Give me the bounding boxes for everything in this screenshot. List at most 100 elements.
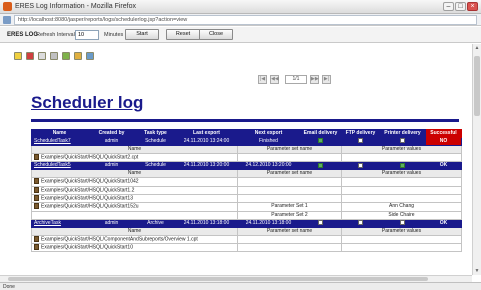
param-set-name-cell [237,193,342,204]
ftp-delivery-checkbox [358,220,363,225]
scroll-up-arrow-icon[interactable]: ▲ [473,44,481,52]
maximize-button[interactable]: □ [455,2,466,11]
page-number-input[interactable]: 1/1 [285,75,307,84]
task-row[interactable]: ScheduledTask7 admin Schedule 24.11.2010 13… [31,137,462,146]
column-header[interactable]: Task type [135,129,176,138]
printer-delivery-checkbox [400,138,405,144]
first-page-button[interactable]: |◀ [258,75,267,84]
task-row[interactable]: ArchiveTask admin Archive 24.11.2010 13:18:… [31,218,462,228]
file-row[interactable]: Examples/QuickStart/HSQL/QuickStart2.cpt [31,152,462,163]
start-button[interactable]: Start [125,29,159,40]
file-cell[interactable]: Examples/QuickStart/HSQL/QuickStart1042 [31,177,238,187]
email-delivery-cell [299,218,342,228]
file-cell[interactable]: Examples/QuickStart/HSQL/QuickStart152u [31,202,238,212]
vertical-scrollbar[interactable]: ▲ ▼ [472,44,481,275]
sub-header-row: Name Parameter set name Parameter values [31,226,462,236]
next-page-button[interactable]: ▶▶ [310,75,319,84]
file-cell[interactable]: Examples/QuickStart/HSQL/QuickStart1.2 [31,185,238,196]
ftp-delivery-cell [341,218,380,228]
export-icon[interactable] [62,52,70,60]
save-icon[interactable] [74,52,82,60]
file-row[interactable]: Parameter Set 2 Side Chaire [31,210,462,220]
report-file-icon [34,154,39,160]
status-text: Done [3,284,15,290]
refresh-icon[interactable] [26,52,34,60]
email-delivery-cell [299,137,342,146]
file-cell[interactable] [31,210,238,220]
task-row[interactable]: ScheduledTask5 admin Schedule 24.11.2010 13… [31,161,462,171]
horizontal-scroll-thumb[interactable] [8,277,428,281]
created-by-cell: admin [87,137,136,146]
file-path: Examples/QuickStart/HSQL/QuickStart13 [41,195,133,202]
file-row[interactable]: Examples/QuickStart/HSQL/QuickStart152u P… [31,202,462,212]
task-name-link[interactable]: ScheduledTask5 [31,161,88,171]
page-title: Scheduler log [31,93,144,112]
site-icon [3,16,11,24]
file-path: Examples/QuickStart/HSQL/QuickStart1.2 [41,186,135,193]
report-file-icon [34,203,39,210]
param-set-name-cell [237,234,342,244]
filter-icon[interactable] [14,52,22,60]
column-header[interactable]: Email delivery [299,129,342,138]
url-input[interactable]: http://localhost:8080/jasper/reports/log… [14,15,477,25]
printer-delivery-checkbox [400,220,405,225]
sub-header-row: Name Parameter set name Parameter values [31,169,462,179]
window-titlebar: ERES Log Information - Mozilla Firefox –… [0,0,481,14]
delete-icon[interactable] [50,52,58,60]
column-header[interactable]: Successful [425,129,462,138]
address-bar: http://localhost:8080/jasper/reports/log… [0,14,481,26]
param-value-cell [341,177,462,187]
print-icon[interactable] [86,52,94,60]
table-body: ScheduledTask7 admin Schedule 24.11.2010 13… [31,137,462,253]
last-export-cell: 24.11.2010 13:18:00 [175,218,238,228]
param-set-name-cell [237,185,342,196]
file-row[interactable]: Examples/QuickStart/HSQL/ComponentAndSub… [31,234,462,244]
param-set-name-cell [237,152,342,163]
file-path: Examples/QuickStart/HSQL/QuickStart1042 [41,178,139,185]
report-file-icon [34,195,39,201]
task-name-link[interactable]: ArchiveTask [31,218,88,228]
title-divider [31,119,459,122]
last-page-button[interactable]: ▶| [322,75,331,84]
column-header[interactable]: Next export [237,129,300,138]
created-by-cell: admin [87,161,136,171]
column-header[interactable]: Name [31,129,88,138]
prev-page-button[interactable]: ◀◀ [270,75,279,84]
file-cell[interactable]: Examples/QuickStart/HSQL/QuickStart13 [31,193,238,204]
param-value-cell [341,234,462,244]
refresh-interval-input[interactable]: 10 [75,30,99,40]
file-row[interactable]: Examples/QuickStart/HSQL/QuickStart1.2 [31,185,462,196]
param-set-name-cell: Parameter Set 2 [237,210,342,220]
close-button[interactable]: Close [199,29,233,40]
param-set-name-cell [237,242,342,253]
sub-header-row: Name Parameter set name Parameter values [31,145,462,154]
file-row[interactable]: Examples/QuickStart/HSQL/QuickStart13 [31,193,462,204]
reset-button[interactable]: Reset [166,29,200,40]
column-header[interactable]: FTP delivery [341,129,380,138]
minimize-button[interactable]: – [443,2,454,11]
last-export-cell: 24.11.2010 13:20:00 [175,161,238,171]
vertical-scroll-thumb[interactable] [474,56,480,116]
column-header[interactable]: Last export [175,129,238,138]
file-cell[interactable]: Examples/QuickStart/HSQL/ComponentAndSub… [31,234,238,244]
settings-icon[interactable] [38,52,46,60]
column-header[interactable]: Created by [87,129,136,138]
file-path: Examples/QuickStart/HSQL/QuickStart152u [41,203,139,210]
close-window-button[interactable]: × [467,2,478,11]
file-cell[interactable]: Examples/QuickStart/HSQL/QuickStart2.cpt [31,152,238,163]
param-value-cell: Ann Chang [341,202,462,212]
file-cell[interactable]: Examples/QuickStart/HSQL/QuickStart10 [31,242,238,253]
horizontal-scrollbar[interactable] [0,275,472,282]
status-badge: OK [425,161,462,171]
email-delivery-checkbox [318,162,323,168]
task-name-link[interactable]: ScheduledTask7 [31,137,88,146]
ftp-delivery-cell [341,137,380,146]
file-row[interactable]: Examples/QuickStart/HSQL/QuickStart10 [31,242,462,253]
file-path: Examples/QuickStart/HSQL/QuickStart10 [41,244,133,251]
file-row[interactable]: Examples/QuickStart/HSQL/QuickStart1042 [31,177,462,187]
param-set-name-cell [237,177,342,187]
sub-header-param-values: Parameter values [341,145,462,154]
column-header[interactable]: Printer delivery [379,129,426,138]
scroll-down-arrow-icon[interactable]: ▼ [473,267,481,275]
eres-label: ERES LOG [7,32,39,38]
